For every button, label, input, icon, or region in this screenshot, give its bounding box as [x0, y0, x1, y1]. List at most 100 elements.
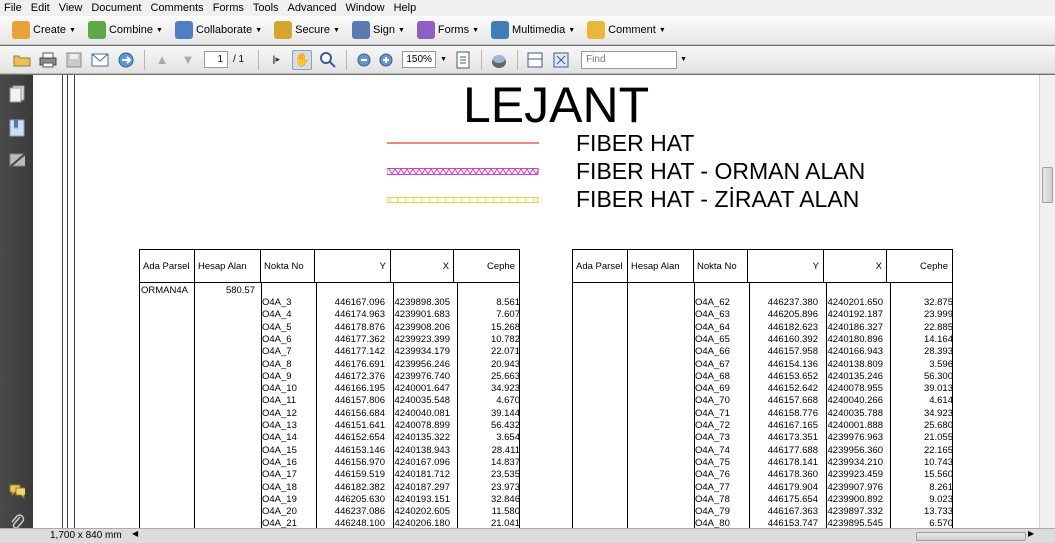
horizontal-scroll-thumb[interactable]: [916, 532, 1026, 541]
y-cell: 446152.642: [767, 383, 818, 395]
cephe-cell: 21.041: [490, 518, 520, 528]
vertical-scrollbar[interactable]: [1039, 75, 1055, 528]
y-cell: 446172.376: [334, 370, 385, 382]
menu-window[interactable]: Window: [345, 2, 384, 14]
page-total-label: / 1: [233, 54, 245, 65]
nokta-no-cell: O4A_73: [695, 432, 730, 444]
cephe-cell: 22.071: [490, 346, 520, 358]
x-cell: 4239897.332: [827, 506, 883, 518]
collaborate-button[interactable]: Collaborate ▼: [174, 21, 263, 39]
column-header: Y: [748, 250, 824, 282]
forms-button[interactable]: Forms ▼: [416, 21, 479, 39]
comments-panel-icon[interactable]: [9, 483, 25, 501]
sign-button[interactable]: Sign ▼: [351, 21, 405, 39]
bookmarks-icon[interactable]: [9, 119, 25, 137]
x-cell: 4240167.096: [394, 456, 450, 468]
y-cell: 446153.652: [767, 370, 818, 382]
cephe-cell: 13.733: [923, 506, 953, 518]
find-dropdown-icon[interactable]: ▼: [680, 56, 687, 63]
cephe-cell: 28.393: [923, 346, 953, 358]
nokta-no-cell: O4A_62: [695, 297, 730, 308]
zoom-tool-icon[interactable]: [318, 50, 338, 70]
legend-label-orman: FIBER HAT - ORMAN ALAN: [576, 158, 866, 184]
y-cell: 446153.146: [334, 444, 385, 456]
secure-button[interactable]: Secure ▼: [274, 21, 340, 39]
full-screen-icon[interactable]: [551, 50, 571, 70]
menu-advanced[interactable]: Advanced: [288, 2, 337, 14]
dropdown-caret-icon: ▼: [255, 26, 263, 34]
nokta-no-cell: O4A_16: [262, 456, 297, 468]
zoom-level-input[interactable]: 150%: [402, 51, 437, 68]
nokta-no-cell: O4A_63: [695, 309, 730, 321]
zoom-dropdown-icon[interactable]: ▼: [440, 56, 447, 63]
multimedia-icon: [491, 21, 510, 39]
share-icon[interactable]: [116, 50, 136, 70]
x-cell: 4240078.899: [394, 420, 450, 431]
text-select-icon[interactable]: I ▸: [266, 50, 286, 70]
nokta-no-cell: O4A_6: [262, 333, 292, 345]
dropdown-caret-icon: ▼: [658, 26, 666, 34]
x-cell: 4240035.788: [827, 407, 883, 419]
y-cell: 446154.136: [767, 358, 818, 370]
y-cell: 446178.876: [334, 321, 385, 333]
nokta-no-cell: O4A_5: [262, 321, 292, 333]
hand-tool-icon[interactable]: ✋: [292, 49, 313, 70]
x-cell: 4240202.605: [394, 506, 450, 518]
x-cell: 4239898.305: [394, 297, 450, 308]
previous-page-icon[interactable]: ▲: [152, 50, 172, 70]
cephe-cell: 56.432: [490, 420, 520, 431]
read-mode-icon[interactable]: [489, 50, 509, 70]
menu-file[interactable]: File: [4, 2, 22, 14]
x-cell: 4240001.888: [827, 420, 883, 431]
combine-button[interactable]: Combine ▼: [87, 21, 163, 39]
save-icon[interactable]: [64, 50, 84, 70]
print-icon[interactable]: [38, 50, 58, 70]
y-cell: 446173.351: [767, 432, 818, 444]
page-layout-icon[interactable]: [525, 50, 545, 70]
status-bar: 1,700 x 840 mm ◀ ▶: [0, 528, 1055, 543]
menu-edit[interactable]: Edit: [31, 2, 50, 14]
y-cell: 446160.392: [767, 333, 818, 345]
next-page-icon[interactable]: ▼: [178, 50, 198, 70]
pages-icon[interactable]: [9, 85, 25, 103]
open-folder-icon[interactable]: [12, 50, 32, 70]
zoom-out-icon[interactable]: [354, 50, 374, 70]
nokta-no-cell: O4A_75: [695, 456, 730, 468]
cephe-cell: 25.680: [923, 420, 953, 431]
menu-view[interactable]: View: [59, 2, 83, 14]
y-cell: 446179.904: [767, 481, 818, 493]
cephe-cell: 11.580: [491, 506, 520, 518]
dropdown-caret-icon: ▼: [69, 26, 76, 34]
legend-line-ziraat: [387, 197, 539, 203]
vertical-scroll-thumb[interactable]: [1042, 167, 1053, 203]
find-input[interactable]: Find: [581, 50, 678, 69]
nokta-no-cell: O4A_76: [695, 469, 730, 481]
y-cell: 446166.195: [334, 383, 385, 395]
collaborate-icon: [174, 21, 193, 39]
signatures-icon[interactable]: [9, 151, 25, 169]
menu-help[interactable]: Help: [394, 2, 417, 14]
menu-forms[interactable]: Forms: [213, 2, 244, 14]
document-page: LEJANT FIBER HAT FIBER HAT - ORMAN ALAN …: [33, 75, 1039, 528]
menu-tools[interactable]: Tools: [253, 2, 279, 14]
page-border-line: [74, 75, 75, 528]
scroll-right-icon[interactable]: ▶: [1028, 529, 1034, 538]
multimedia-button[interactable]: Multimedia ▼: [491, 21, 575, 39]
cephe-cell: 3.596: [929, 358, 953, 370]
scroll-left-icon[interactable]: ◀: [132, 529, 138, 538]
email-icon[interactable]: [90, 50, 110, 70]
menu-document[interactable]: Document: [91, 2, 141, 14]
y-cell: 446156.684: [334, 407, 385, 419]
hesap-alan-value: 580.57: [225, 285, 255, 296]
zoom-in-icon[interactable]: [376, 50, 396, 70]
comment-button[interactable]: Comment ▼: [587, 21, 666, 39]
page-number-input[interactable]: 1: [204, 51, 228, 68]
x-cell: 4240138.943: [394, 444, 450, 456]
menu-comments[interactable]: Comments: [151, 2, 204, 14]
create-button[interactable]: Create ▼: [12, 21, 76, 39]
x-cell: 4239907.976: [827, 481, 883, 493]
toolbar-button-label: Create: [33, 24, 67, 36]
column-header: X: [391, 250, 454, 282]
column-header: Ada Parsel: [573, 250, 628, 282]
fit-page-icon[interactable]: [453, 50, 473, 70]
